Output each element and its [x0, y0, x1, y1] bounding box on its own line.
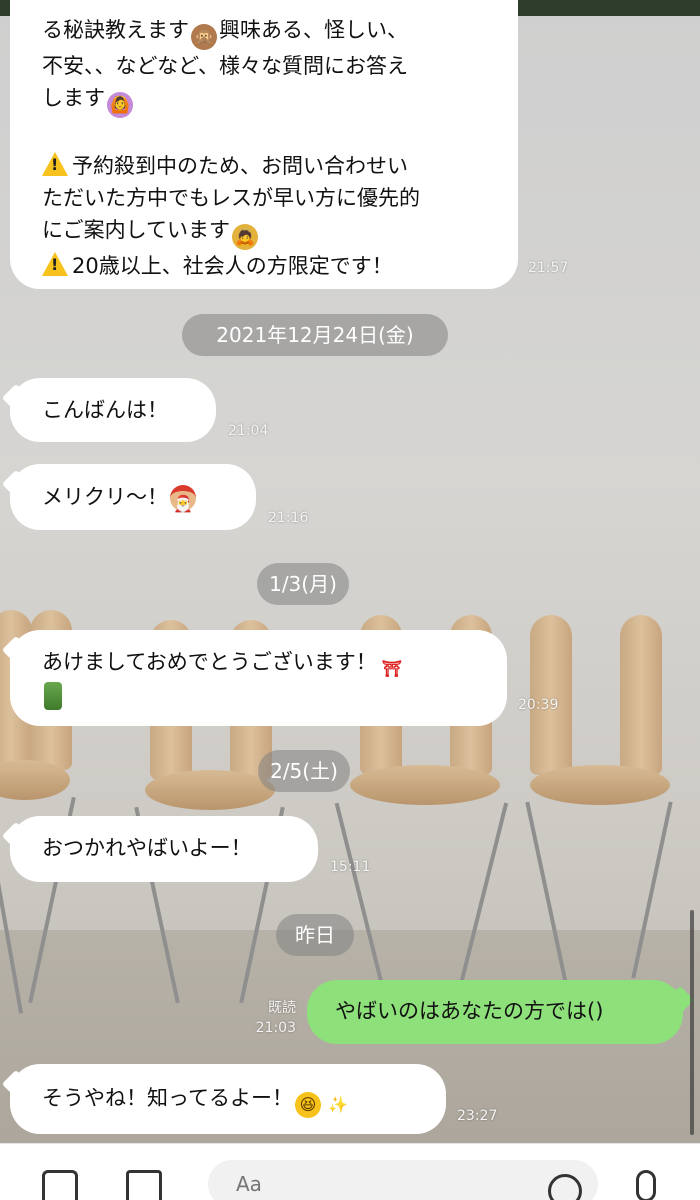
message-time: 21:04	[228, 423, 269, 439]
message-text: やばいのはあなたの方では()	[335, 999, 604, 1023]
message-bubble-incoming[interactable]: メリクリ〜！ 🎅	[10, 464, 256, 530]
message-text: ただいた方中でもレスが早い方に優先的	[42, 186, 420, 210]
camera-icon[interactable]	[42, 1170, 78, 1200]
message-time: 20:39	[518, 697, 559, 713]
message-text: メリクリ〜！	[42, 485, 168, 509]
message-bubble-incoming[interactable]: こんばんは！	[10, 378, 216, 442]
date-separator: 昨日	[276, 914, 354, 956]
bowing-person-emoji-icon: 🙇	[231, 224, 258, 250]
message-text: る秘訣教えます	[42, 18, 189, 42]
kadomatsu-emoji-icon	[44, 682, 62, 710]
message-text-field[interactable]	[208, 1160, 598, 1200]
message-text: します	[42, 86, 105, 110]
sparkles-emoji-icon: ✨	[327, 1095, 348, 1114]
message-time: 23:27	[457, 1108, 498, 1124]
message-bubble-incoming[interactable]: おつかれやばいよー！	[10, 816, 318, 882]
message-text: 予約殺到中のため、お問い合わせい	[72, 154, 408, 178]
monkey-emoji-icon: 🙊	[191, 24, 217, 50]
message-text: おつかれやばいよー！	[42, 836, 252, 860]
message-time: 21:03	[255, 1020, 296, 1036]
message-time: 21:16	[268, 510, 309, 526]
date-separator: 2/5(土)	[258, 750, 350, 792]
torii-gate-emoji-icon: ⛩	[378, 656, 405, 682]
message-text: 20歳以上、社会人の方限定です！	[72, 254, 393, 278]
message-text: 興味ある、怪しい、	[219, 18, 408, 42]
message-text: そうやね！知ってるよー！	[42, 1086, 293, 1110]
laughing-face-emoji-icon: 😆	[294, 1092, 321, 1118]
message-text: にご案内しています	[42, 218, 230, 242]
message-bubble-incoming[interactable]: る秘訣教えます 🙊 興味ある、怪しい、 不安、、などなど、様々な質問にお答え します…	[10, 0, 518, 289]
message-time: 15:11	[330, 859, 371, 875]
emoji-icon[interactable]	[548, 1174, 582, 1200]
message-bubble-incoming[interactable]: あけましておめでとうございます！ ⛩	[10, 630, 507, 726]
person-arms-emoji-icon: 🙆	[107, 92, 133, 118]
message-text: 不安、、などなど、様々な質問にお答え	[42, 54, 409, 78]
message-bubble-incoming[interactable]: そうやね！知ってるよー！ 😆 ✨	[10, 1064, 446, 1134]
santa-emoji-icon: 🎅	[170, 485, 196, 513]
message-text: あけましておめでとうございます！	[42, 650, 377, 674]
read-receipt: 既読 21:03	[236, 998, 296, 1038]
message-input[interactable]	[208, 1160, 598, 1200]
date-separator: 2021年12月24日(金)	[182, 314, 448, 356]
message-time: 21:57	[528, 260, 569, 276]
message-bubble-outgoing[interactable]: やばいのはあなたの方では()	[307, 980, 683, 1044]
microphone-icon[interactable]	[636, 1170, 656, 1200]
image-icon[interactable]	[126, 1170, 162, 1200]
message-input-bar	[0, 1143, 700, 1200]
message-text: こんばんは！	[42, 398, 168, 422]
warning-icon	[42, 252, 68, 276]
warning-icon	[42, 152, 68, 176]
date-separator: 1/3(月)	[257, 563, 349, 605]
scrollbar[interactable]	[690, 910, 694, 1135]
